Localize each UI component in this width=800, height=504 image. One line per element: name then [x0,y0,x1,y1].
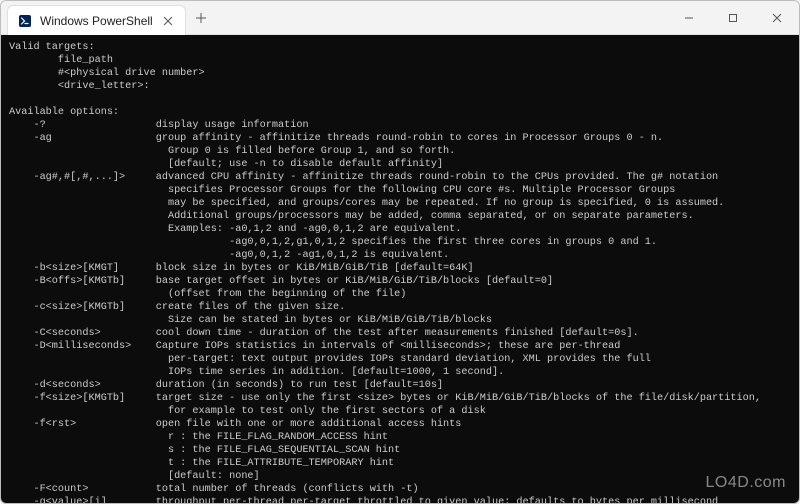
window-controls [667,1,799,34]
terminal-line: per-target: text output provides IOPs st… [9,354,651,365]
terminal-line: -g<value>[i] throughput per-thread per-t… [9,497,718,503]
tab-powershell[interactable]: Windows PowerShell [7,5,186,35]
titlebar: Windows PowerShell [1,1,799,35]
terminal-line: -D<milliseconds> Capture IOPs statistics… [9,341,620,352]
terminal-line: (offset from the beginning of the file) [9,289,406,300]
terminal-line: IOPs time series in addition. [default=1… [9,367,504,378]
terminal-line: [default: none] [9,471,260,482]
terminal-output[interactable]: Valid targets: file_path #<physical driv… [1,35,799,503]
terminal-line: r : the FILE_FLAG_RANDOM_ACCESS hint [9,432,388,443]
terminal-line: -C<seconds> cool down time - duration of… [9,328,639,339]
terminal-line: -F<count> total number of threads (confl… [9,484,419,495]
terminal-line: -c<size>[KMGTb] create files of the give… [9,302,345,313]
minimize-button[interactable] [667,1,711,34]
titlebar-drag-region[interactable] [216,1,667,34]
maximize-button[interactable] [711,1,755,34]
terminal-line: Additional groups/processors may be adde… [9,211,694,222]
terminal-line: Available options: [9,107,119,118]
close-button[interactable] [755,1,799,34]
terminal-line: Group 0 is filled before Group 1, and so… [9,146,455,157]
terminal-line: Examples: -a0,1,2 and -ag0,0,1,2 are equ… [9,224,461,235]
terminal-line: -d<seconds> duration (in seconds) to run… [9,380,443,391]
terminal-line: Size can be stated in bytes or KiB/MiB/G… [9,315,492,326]
terminal-line: t : the FILE_ATTRIBUTE_TEMPORARY hint [9,458,394,469]
terminal-line: file_path [9,55,113,66]
terminal-line: for example to test only the first secto… [9,406,486,417]
terminal-line: -B<offs>[KMGTb] base target offset in by… [9,276,553,287]
terminal-line: -f<size>[KMGTb] target size - use only t… [9,393,761,404]
terminal-line: -f<rst> open file with one or more addit… [9,419,461,430]
terminal-line: -ag#,#[,#,...]> advanced CPU affinity - … [9,172,718,183]
tab-close-button[interactable] [161,14,175,28]
terminal-line: may be specified, and groups/cores may b… [9,198,724,209]
terminal-line: -ag group affinity - affinitize threads … [9,133,663,144]
terminal-line: [default; use -n to disable default affi… [9,159,443,170]
terminal-line: -? display usage information [9,120,309,131]
terminal-line: -ag0,0,1,2 -ag1,0,1,2 is equivalent. [9,250,449,261]
terminal-line: specifies Processor Groups for the follo… [9,185,675,196]
terminal-line: #<physical drive number> [9,68,205,79]
terminal-line: -b<size>[KMGT] block size in bytes or Ki… [9,263,474,274]
terminal-line: Valid targets: [9,42,95,53]
terminal-line: <drive_letter>: [9,81,150,92]
tab-title: Windows PowerShell [40,14,153,28]
watermark: LO4D.com [706,474,786,492]
terminal-line: -ag0,0,1,2,g1,0,1,2 specifies the first … [9,237,657,248]
new-tab-button[interactable] [186,1,216,34]
powershell-icon [18,14,32,28]
terminal-line: s : the FILE_FLAG_SEQUENTIAL_SCAN hint [9,445,400,456]
app-window: Windows PowerShell Valid targets: file_p… [0,0,800,504]
